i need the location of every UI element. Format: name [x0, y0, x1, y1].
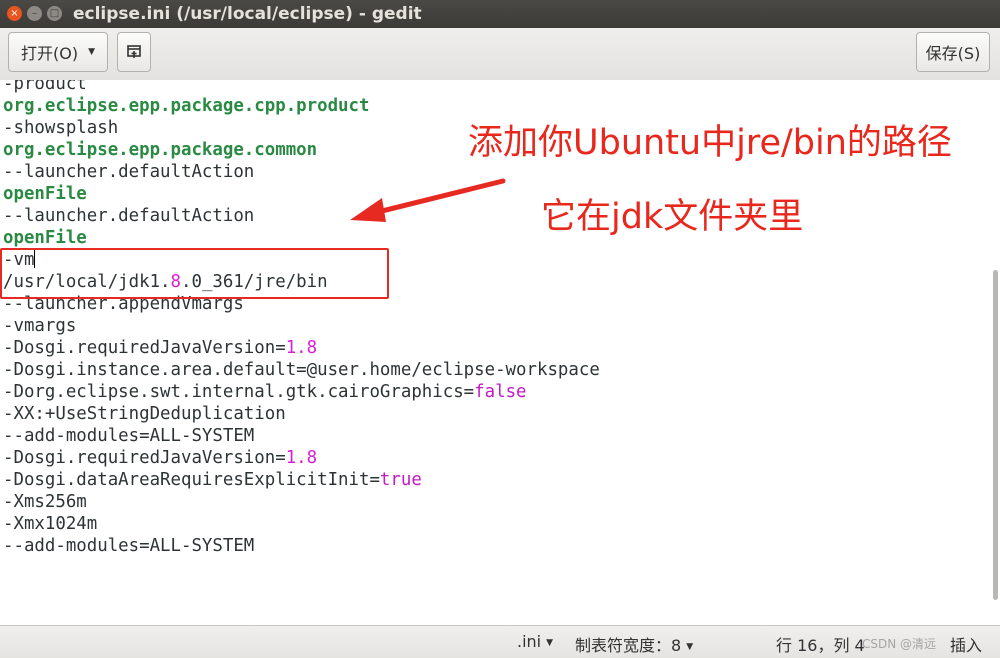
code-token: false	[474, 382, 527, 402]
minimize-icon: –	[32, 7, 37, 19]
chevron-down-icon: ▼	[88, 47, 95, 57]
editor-line: --launcher.appendVmargs	[3, 293, 600, 315]
csdn-watermark: CSDN @清远	[862, 637, 937, 651]
editor-line: --add-modules=ALL-SYSTEM	[3, 425, 600, 447]
editor-line: -Dosgi.requiredJavaVersion=1.8	[3, 337, 600, 359]
code-token: openFile	[3, 184, 87, 204]
code-token: org.eclipse.epp.package.common	[3, 140, 318, 160]
save-button-label: 保存(S)	[925, 44, 981, 63]
tab-width-label: 制表符宽度：8	[575, 636, 682, 655]
code-token: openFile	[3, 228, 87, 248]
new-tab-button[interactable]	[117, 32, 151, 72]
code-token: 1.8	[285, 338, 318, 358]
code-token: -vm	[3, 250, 35, 270]
code-token: --launcher.appendVmargs	[3, 294, 244, 314]
window-titlebar: × – □ eclipse.ini (/usr/local/eclipse) -…	[0, 0, 1000, 28]
editor-line: --add-modules=ALL-SYSTEM	[3, 535, 600, 557]
maximize-window-button[interactable]: □	[47, 6, 62, 21]
code-token: -showsplash	[3, 118, 119, 138]
cursor-position[interactable]: 行 16，列 4	[776, 632, 865, 656]
open-button[interactable]: 打开(O) ▼	[8, 32, 108, 72]
editor-line: /usr/local/jdk1.8.0_361/jre/bin	[3, 271, 600, 293]
code-token: -Dorg.eclipse.swt.internal.gtk.cairoGrap…	[3, 382, 475, 402]
minimize-window-button[interactable]: –	[27, 6, 42, 21]
editor-line: -Xmx1024m	[3, 513, 600, 535]
code-token: -Xmx1024m	[3, 514, 98, 534]
open-button-label: 打开(O)	[20, 44, 79, 63]
code-token: -XX:+UseStringDeduplication	[3, 404, 286, 424]
code-token: -Dosgi.dataAreaRequiresExplicitInit=	[3, 470, 380, 490]
code-token: -Dosgi.requiredJavaVersion=	[3, 448, 286, 468]
save-button[interactable]: 保存(S)	[916, 32, 990, 72]
editor-line: -Xms256m	[3, 491, 600, 513]
code-token: 1.8	[285, 448, 318, 468]
language-label: .ini	[517, 632, 542, 651]
code-token: --add-modules=ALL-SYSTEM	[3, 426, 255, 446]
code-token: true	[379, 470, 422, 490]
close-icon: ×	[10, 7, 19, 19]
editor-line: -vmargs	[3, 315, 600, 337]
editor-line: -XX:+UseStringDeduplication	[3, 403, 600, 425]
editor-line: -vm	[3, 249, 600, 271]
code-token: -product	[3, 80, 87, 94]
editor-scrollbar[interactable]	[991, 80, 999, 625]
chevron-down-icon: ▼	[686, 642, 694, 652]
code-token: --launcher.defaultAction	[3, 162, 255, 182]
annotation-arrow-icon	[350, 178, 506, 222]
editor-line: -Dosgi.dataAreaRequiresExplicitInit=true	[3, 469, 600, 491]
code-token: --launcher.defaultAction	[3, 206, 255, 226]
annotation-note-2: 它在jdk文件夹里	[541, 197, 804, 237]
editor-line: -product	[3, 80, 600, 95]
code-token: -Dosgi.requiredJavaVersion=	[3, 338, 286, 358]
close-window-button[interactable]: ×	[7, 6, 22, 21]
text-caret	[34, 250, 36, 268]
code-token: -Dosgi.instance.area.default=@user.home/…	[3, 360, 600, 380]
code-token: -vmargs	[3, 316, 77, 336]
scrollbar-thumb[interactable]	[993, 270, 998, 600]
insert-mode-indicator: 插入	[950, 636, 983, 655]
maximize-icon: □	[49, 7, 60, 19]
code-token: /usr/local/jdk1.	[3, 272, 171, 292]
code-token: .0_361/jre/bin	[181, 272, 328, 292]
header-toolbar: 打开(O) ▼ 保存(S)	[0, 28, 1000, 81]
annotation-note-1: 添加你Ubuntu中jre/bin的路径	[468, 123, 952, 163]
status-bar: .ini ▼ 制表符宽度：8 ▼ 行 16，列 4 CSDN @清远 插入	[0, 625, 1000, 658]
tab-width-selector[interactable]: 制表符宽度：8 ▼	[575, 632, 693, 656]
chevron-down-icon: ▼	[546, 638, 554, 648]
window-title: eclipse.ini (/usr/local/eclipse) - gedit	[73, 4, 422, 24]
code-token: org.eclipse.epp.package.cpp.product	[3, 96, 370, 116]
code-token: --add-modules=ALL-SYSTEM	[3, 536, 255, 556]
editor-line: -Dosgi.instance.area.default=@user.home/…	[3, 359, 600, 381]
language-selector[interactable]: .ini ▼	[517, 632, 553, 651]
new-document-icon	[127, 45, 141, 58]
code-token: -Xms256m	[3, 492, 87, 512]
editor-line: -Dorg.eclipse.swt.internal.gtk.cairoGrap…	[3, 381, 600, 403]
editor-line: -Dosgi.requiredJavaVersion=1.8	[3, 447, 600, 469]
code-token: 8	[170, 272, 182, 292]
